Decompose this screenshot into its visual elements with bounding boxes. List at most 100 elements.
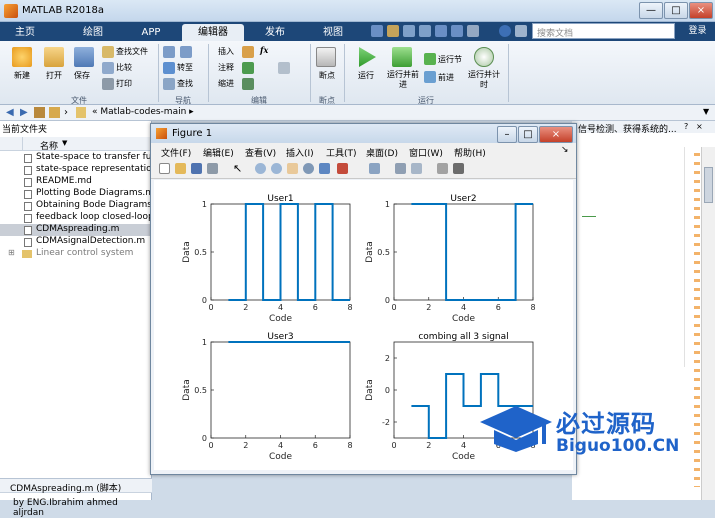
menu-view[interactable]: 查看(V) [245, 146, 276, 159]
new-figure-icon[interactable] [159, 163, 170, 174]
indent-button[interactable]: 缩进 [218, 78, 234, 89]
hide-plot-tools-icon[interactable] [437, 163, 448, 174]
current-folder-path[interactable]: « Matlab-codes-main ▸ [92, 107, 194, 117]
insert-button[interactable]: 插入 [218, 46, 234, 57]
tab-apps[interactable]: APP [124, 24, 178, 41]
list-item-folder[interactable]: ⊞ Linear control system [0, 248, 152, 260]
link-plot-icon[interactable] [369, 163, 380, 174]
goto-button[interactable]: 转至 [177, 62, 193, 73]
menu-tools[interactable]: 工具(T) [326, 146, 357, 159]
back-arrow-icon[interactable]: ◀ [6, 107, 14, 118]
new-button[interactable]: 新建 [6, 70, 38, 81]
browse-folder-icon[interactable] [49, 107, 60, 118]
new-icon[interactable] [12, 47, 32, 67]
figure-minimize-button[interactable]: – [497, 126, 517, 143]
undo-icon[interactable] [435, 25, 447, 37]
pan-icon[interactable] [278, 62, 290, 74]
figure-menu-bar: 文件(F) 编辑(E) 查看(V) 插入(I) 工具(T) 桌面(D) 窗口(W… [151, 143, 576, 159]
up-folder-icon[interactable] [34, 107, 45, 118]
colorbar-icon[interactable] [395, 163, 406, 174]
data-cursor-icon[interactable] [319, 163, 330, 174]
column-header[interactable]: 名称 ▼ [0, 137, 152, 152]
dropdown-icon[interactable] [515, 25, 527, 37]
menu-window[interactable]: 窗口(W) [409, 146, 443, 159]
rotate-3d-icon[interactable] [303, 163, 314, 174]
zoom-out-icon[interactable] [271, 163, 282, 174]
find-button[interactable]: 查找 [177, 78, 193, 89]
save-button[interactable]: 保存 [66, 70, 98, 81]
figure-close-button[interactable]: × [539, 126, 573, 143]
list-item[interactable]: Plotting Bode Diagrams.m [0, 188, 152, 200]
switch-windows-icon[interactable] [467, 25, 479, 37]
pan-hand-icon[interactable] [287, 163, 298, 174]
save-figure-icon[interactable] [191, 163, 202, 174]
dock-arrow-icon[interactable]: ↘ [561, 145, 569, 155]
advance-button[interactable]: 前进 [438, 72, 454, 83]
help-icon[interactable] [499, 25, 511, 37]
run-icon[interactable] [359, 47, 376, 67]
list-item[interactable]: feedback loop closed-loop [0, 212, 152, 224]
vertical-scrollbar[interactable] [701, 147, 715, 500]
pointer-icon[interactable]: ↖ [233, 163, 244, 174]
y-tick-label: 1 [385, 200, 390, 209]
print-figure-icon[interactable] [207, 163, 218, 174]
tab-publish[interactable]: 发布 [248, 24, 302, 41]
run-button[interactable]: 运行 [350, 70, 382, 81]
fx-button[interactable]: fx [260, 45, 268, 55]
open-file-icon[interactable] [175, 163, 186, 174]
list-item-selected[interactable]: CDMAspreading.m [0, 224, 152, 236]
menu-help[interactable]: 帮助(H) [454, 146, 486, 159]
back-arrow-icon[interactable] [163, 46, 175, 58]
paste-icon[interactable] [419, 25, 431, 37]
close-button[interactable]: × [689, 2, 713, 19]
print-button[interactable]: 打印 [116, 78, 132, 89]
cut-icon[interactable] [387, 25, 399, 37]
tab-plots[interactable]: 绘图 [66, 24, 120, 41]
scroll-thumb[interactable] [704, 167, 713, 203]
copy-icon[interactable] [403, 25, 415, 37]
x-tick-label: 2 [426, 441, 431, 450]
search-documentation-input[interactable]: 搜索文档 [532, 23, 675, 39]
list-item[interactable]: Obtaining Bode Diagrams [0, 200, 152, 212]
run-and-time-button[interactable]: 运行并计时 [466, 70, 502, 90]
compare-button[interactable]: 比较 [116, 62, 132, 73]
run-advance-button[interactable]: 运行并前进 [386, 70, 420, 90]
minimize-button[interactable]: — [639, 2, 663, 19]
chevron-down-icon[interactable]: ▼ [703, 107, 709, 116]
tab-home[interactable]: 主页 [6, 24, 44, 41]
brush-icon[interactable] [337, 163, 348, 174]
menu-file[interactable]: 文件(F) [161, 146, 191, 159]
list-item[interactable]: README.md [0, 176, 152, 188]
menu-edit[interactable]: 编辑(E) [203, 146, 234, 159]
expand-plus-icon[interactable]: ⊞ [8, 248, 15, 257]
save-icon[interactable] [74, 47, 94, 67]
tab-editor[interactable]: 编辑器 [182, 24, 244, 41]
show-plot-tools-icon[interactable] [453, 163, 464, 174]
list-item[interactable]: State-space to transfer fun [0, 152, 152, 164]
breakpoints-button[interactable]: 断点 [310, 70, 344, 81]
comment-button[interactable]: 注释 [218, 62, 234, 73]
legend-icon[interactable] [411, 163, 422, 174]
find-files-button[interactable]: 查找文件 [116, 46, 148, 57]
forward-arrow-icon[interactable] [180, 46, 192, 58]
zoom-in-icon[interactable] [255, 163, 266, 174]
breakpoints-icon[interactable] [316, 47, 336, 67]
file-icon [24, 226, 32, 235]
menu-insert[interactable]: 插入(I) [286, 146, 314, 159]
tab-view[interactable]: 视图 [306, 24, 360, 41]
menu-desktop[interactable]: 桌面(D) [366, 146, 398, 159]
close-icon[interactable]: × [696, 122, 703, 131]
login-button[interactable]: 登录 [680, 22, 715, 41]
list-item[interactable]: state-space representation [0, 164, 152, 176]
help-icon[interactable]: ? [684, 122, 688, 131]
save-icon[interactable] [371, 25, 383, 37]
run-and-time-icon[interactable] [474, 47, 494, 67]
figure-maximize-button[interactable]: □ [518, 126, 538, 143]
maximize-button[interactable]: □ [664, 2, 688, 19]
list-item[interactable]: CDMAsignalDetection.m [0, 236, 152, 248]
open-folder-icon[interactable] [44, 47, 64, 67]
run-section-button[interactable]: 运行节 [438, 54, 462, 65]
forward-arrow-icon[interactable]: ▶ [20, 107, 28, 118]
run-advance-icon[interactable] [392, 47, 412, 67]
redo-icon[interactable] [451, 25, 463, 37]
